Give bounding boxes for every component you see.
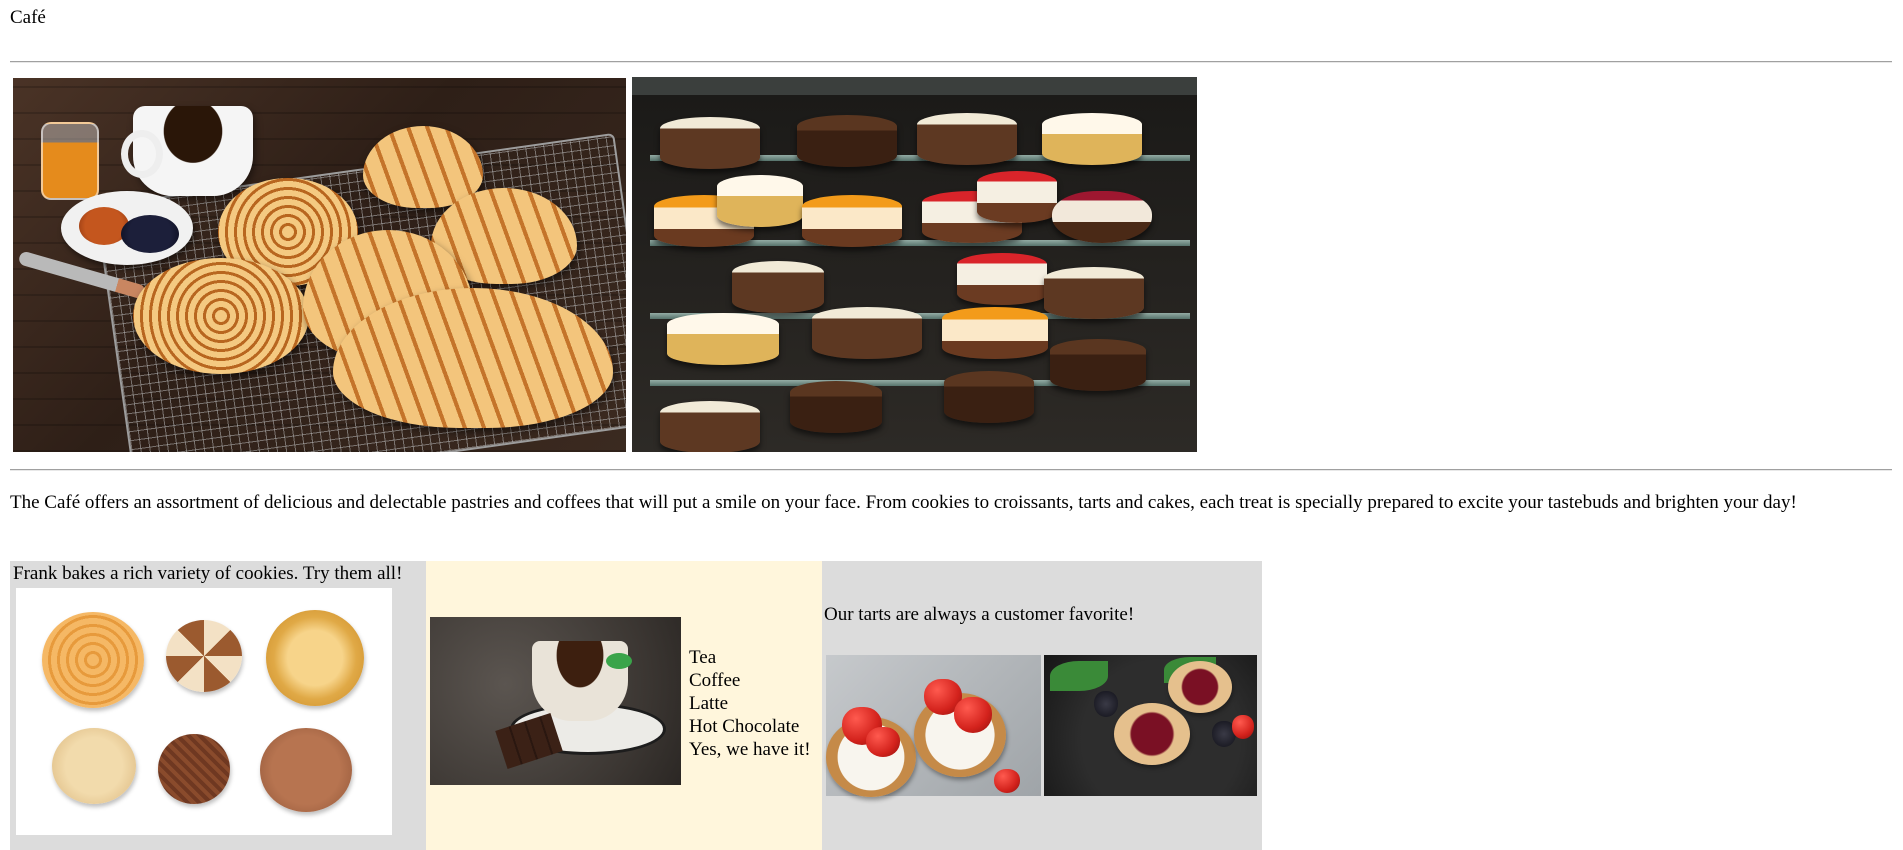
- mint-leaf: [1050, 661, 1108, 691]
- cake: [942, 307, 1048, 359]
- cookie: [158, 734, 230, 804]
- drinks-panel: Tea Coffee Latte Hot Chocolate Yes, we h…: [426, 561, 822, 850]
- cookie: [166, 620, 242, 692]
- cookie: [266, 610, 364, 706]
- strawberry-tarts-photo: [826, 655, 1041, 797]
- cookie: [52, 728, 136, 804]
- berry-tarts-photo: [1044, 655, 1257, 796]
- chocolate-bar: [495, 713, 563, 769]
- honey-jar: [41, 122, 99, 200]
- cake: [660, 401, 760, 452]
- drinks-list: Tea Coffee Latte Hot Chocolate Yes, we h…: [689, 646, 811, 761]
- top-divider: [10, 61, 1892, 63]
- cake: [660, 117, 760, 169]
- site-title: Café: [10, 7, 46, 28]
- cake: [917, 113, 1017, 165]
- mint-leaf: [606, 653, 632, 669]
- blackberry: [1094, 691, 1118, 717]
- tart: [1114, 703, 1190, 765]
- drink-item: Yes, we have it!: [689, 739, 811, 760]
- drink-item: Latte: [689, 693, 729, 714]
- cake: [732, 261, 824, 313]
- intro-paragraph: The Café offers an assortment of delicio…: [10, 492, 1797, 513]
- cinnamon-roll: [133, 258, 309, 374]
- cake: [1052, 191, 1152, 243]
- cake: [717, 175, 803, 227]
- cake: [797, 115, 897, 167]
- pastries-photo: [13, 78, 626, 452]
- middle-divider: [10, 469, 1892, 471]
- drink-item: Hot Chocolate: [689, 716, 800, 737]
- cake: [790, 381, 882, 433]
- drink-item: Tea: [689, 647, 717, 668]
- coffee-cup-handle: [121, 130, 163, 178]
- tarts-panel: Our tarts are always a customer favorite…: [822, 561, 1262, 850]
- strawberry: [866, 727, 900, 757]
- raspberry: [1232, 715, 1254, 739]
- strawberry: [994, 769, 1020, 793]
- cake: [944, 371, 1034, 423]
- cafe-page: Café The Café offers an assortment of de…: [0, 0, 1903, 850]
- cake-display-photo: [632, 77, 1197, 452]
- cake: [667, 313, 779, 365]
- cake: [802, 195, 902, 247]
- cake: [812, 307, 922, 359]
- cookies-caption: Frank bakes a rich variety of cookies. T…: [13, 563, 403, 584]
- tart: [1168, 661, 1232, 713]
- drink-item: Coffee: [689, 670, 741, 691]
- cookie: [42, 612, 144, 708]
- cake: [1050, 339, 1146, 391]
- jam-bowl: [61, 191, 193, 265]
- cake: [1042, 113, 1142, 165]
- tarts-caption: Our tarts are always a customer favorite…: [824, 604, 1135, 625]
- blueberry-jam: [121, 215, 179, 253]
- cake: [1044, 267, 1144, 319]
- cake: [977, 171, 1057, 223]
- strawberry: [954, 697, 992, 733]
- cookies-photo: [16, 588, 392, 835]
- cookies-panel: Frank bakes a rich variety of cookies. T…: [10, 561, 426, 850]
- hot-chocolate-photo: [430, 617, 681, 785]
- cookie: [260, 728, 352, 812]
- feature-table: Frank bakes a rich variety of cookies. T…: [10, 561, 1262, 850]
- cake: [957, 253, 1047, 305]
